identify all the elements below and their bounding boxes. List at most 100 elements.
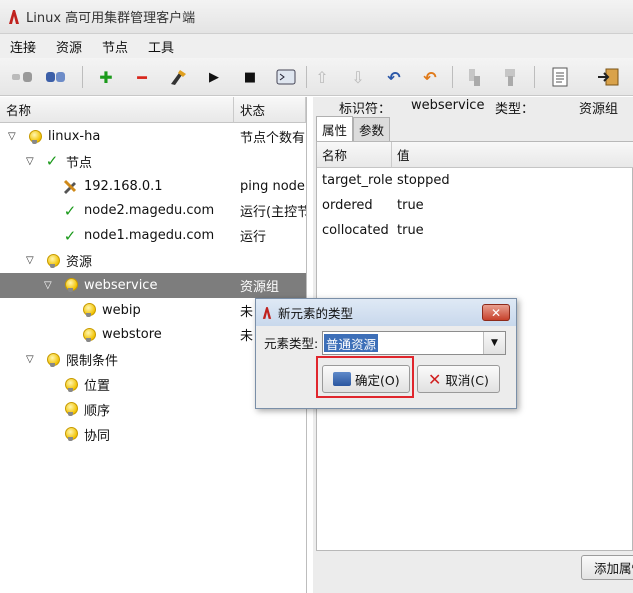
stop-icon[interactable]: ■: [238, 65, 262, 89]
prop-value: true: [397, 198, 424, 213]
expander-icon[interactable]: ▽: [26, 156, 34, 167]
add-icon[interactable]: ✚: [94, 65, 118, 89]
element-type-select[interactable]: 普通资源 ▼: [322, 331, 506, 355]
bulb-icon: [62, 276, 78, 294]
cleanup-icon[interactable]: [166, 65, 190, 89]
tree-row[interactable]: ▽ ✓ 节点: [0, 149, 306, 174]
remove-icon[interactable]: ━: [130, 65, 154, 89]
bulb-icon: [62, 400, 78, 418]
element-type-value: 普通资源: [324, 334, 379, 352]
type-value: 资源组: [579, 102, 619, 117]
redo-icon[interactable]: ↶: [418, 65, 442, 89]
tree-row[interactable]: 协同: [0, 422, 306, 447]
add-attribute-button[interactable]: 添加属性: [581, 555, 633, 580]
props-col-value[interactable]: 值: [392, 142, 633, 168]
tree-row-label: node2.magedu.com: [84, 203, 215, 219]
tree-row-label: node1.magedu.com: [84, 228, 215, 244]
expander-icon[interactable]: ▽: [26, 354, 34, 365]
expander-icon[interactable]: ▽: [8, 131, 16, 142]
expander-icon[interactable]: ▽: [26, 255, 34, 266]
chevron-down-icon[interactable]: ▼: [483, 332, 505, 354]
app-logo-icon: [9, 9, 19, 24]
exit-icon[interactable]: [596, 65, 620, 89]
props-col-name[interactable]: 名称: [317, 142, 392, 168]
menu-resource[interactable]: 资源: [46, 37, 92, 56]
tree-row-label: webstore: [102, 327, 162, 343]
id-label: 标识符：: [339, 102, 392, 117]
tree-row[interactable]: ✓ node2.magedu.com 运行(主控节: [0, 198, 306, 223]
expander-icon[interactable]: ▽: [44, 280, 52, 291]
id-value: webservice: [411, 98, 485, 113]
tree-row-label: 协同: [84, 428, 111, 444]
undo-icon[interactable]: ↶: [382, 65, 406, 89]
tree-row[interactable]: ▽ 资源: [0, 248, 306, 273]
prop-value: true: [397, 223, 424, 238]
tree-row-status: ping node: [240, 178, 305, 194]
connect-icon[interactable]: [44, 65, 68, 89]
check-icon: ✓: [63, 226, 77, 245]
element-type-label: 元素类型:: [264, 336, 319, 351]
tab-parameters[interactable]: 参数: [353, 117, 391, 141]
tab-attributes[interactable]: 属性: [316, 116, 354, 141]
tree-row-status: 运行(主控节: [240, 205, 306, 221]
app-logo-icon: [262, 306, 272, 319]
close-icon[interactable]: ✕: [482, 304, 510, 321]
highlight-frame: [316, 356, 414, 398]
prop-value: stopped: [397, 173, 450, 188]
tree-row-label: 资源: [66, 255, 93, 270]
bulb-icon: [44, 252, 60, 270]
tree-row[interactable]: ✓ node1.magedu.com 运行: [0, 223, 306, 248]
dialog-title-bar: 新元素的类型 ✕: [256, 299, 516, 326]
tree-row-label: 限制条件: [66, 354, 119, 370]
cancel-icon: ✕: [428, 369, 442, 389]
table-row[interactable]: collocated true: [317, 218, 633, 243]
check-icon: ✓: [63, 201, 77, 220]
bulb-icon: [62, 376, 78, 394]
table-row[interactable]: target_role stopped: [317, 168, 633, 193]
tree-col-status[interactable]: 状态: [234, 97, 306, 123]
menu-node[interactable]: 节点: [92, 37, 138, 56]
prop-name: target_role: [322, 173, 393, 188]
document-icon[interactable]: [548, 65, 572, 89]
tree-row-status: 运行: [240, 230, 267, 246]
standby-icon[interactable]: [462, 65, 486, 89]
cancel-button[interactable]: ✕ 取消(C): [417, 365, 500, 393]
check-icon: ✓: [45, 152, 59, 171]
window-title: Linux 高可用集群管理客户端: [26, 11, 196, 26]
tree-row[interactable]: 192.168.0.1 ping node: [0, 174, 306, 199]
tree-row-label: webip: [102, 302, 141, 318]
menu-bar: 连接 资源 节点 工具: [0, 34, 633, 58]
bulb-icon: [62, 425, 78, 443]
tree-row[interactable]: ▽ webservice 资源组: [0, 272, 306, 298]
detail-header: 标识符： webservice 类型： 资源组: [313, 97, 633, 117]
tree-row-label: linux-ha: [48, 129, 101, 144]
title-bar: Linux 高可用集群管理客户端: [0, 0, 633, 34]
tree-row-label: 位置: [84, 379, 111, 394]
prop-name: ordered: [322, 198, 373, 213]
tree-row-status: 资源组: [240, 279, 280, 295]
disconnect-icon[interactable]: [10, 65, 34, 89]
tree-row[interactable]: ▽ linux-ha 节点个数有: [0, 124, 306, 149]
type-label: 类型：: [495, 102, 535, 117]
start-icon[interactable]: ▶: [202, 65, 226, 89]
toolbar: ✚ ━ ▶ ■ ⇧ ⇩ ↶ ↶: [0, 58, 633, 96]
terminal-icon[interactable]: [274, 65, 298, 89]
dialog-title: 新元素的类型: [278, 306, 354, 321]
move-down-icon[interactable]: ⇩: [346, 65, 370, 89]
table-row[interactable]: ordered true: [317, 193, 633, 218]
bulb-icon: [44, 351, 60, 369]
tree-row-status: 节点个数有: [240, 131, 306, 146]
tree-row-label: webservice: [84, 277, 158, 293]
tree-col-name[interactable]: 名称: [0, 97, 234, 123]
tree-row-label: 顺序: [84, 403, 111, 419]
prop-name: collocated: [322, 223, 389, 238]
menu-tools[interactable]: 工具: [138, 37, 184, 56]
bulb-icon: [26, 128, 42, 146]
menu-connect[interactable]: 连接: [0, 37, 46, 56]
active-icon[interactable]: [498, 65, 522, 89]
tree-row-label: 节点: [66, 155, 93, 171]
move-up-icon[interactable]: ⇧: [310, 65, 334, 89]
tools-icon: [62, 177, 78, 195]
bulb-icon: [80, 326, 96, 344]
bulb-icon: [80, 301, 96, 319]
